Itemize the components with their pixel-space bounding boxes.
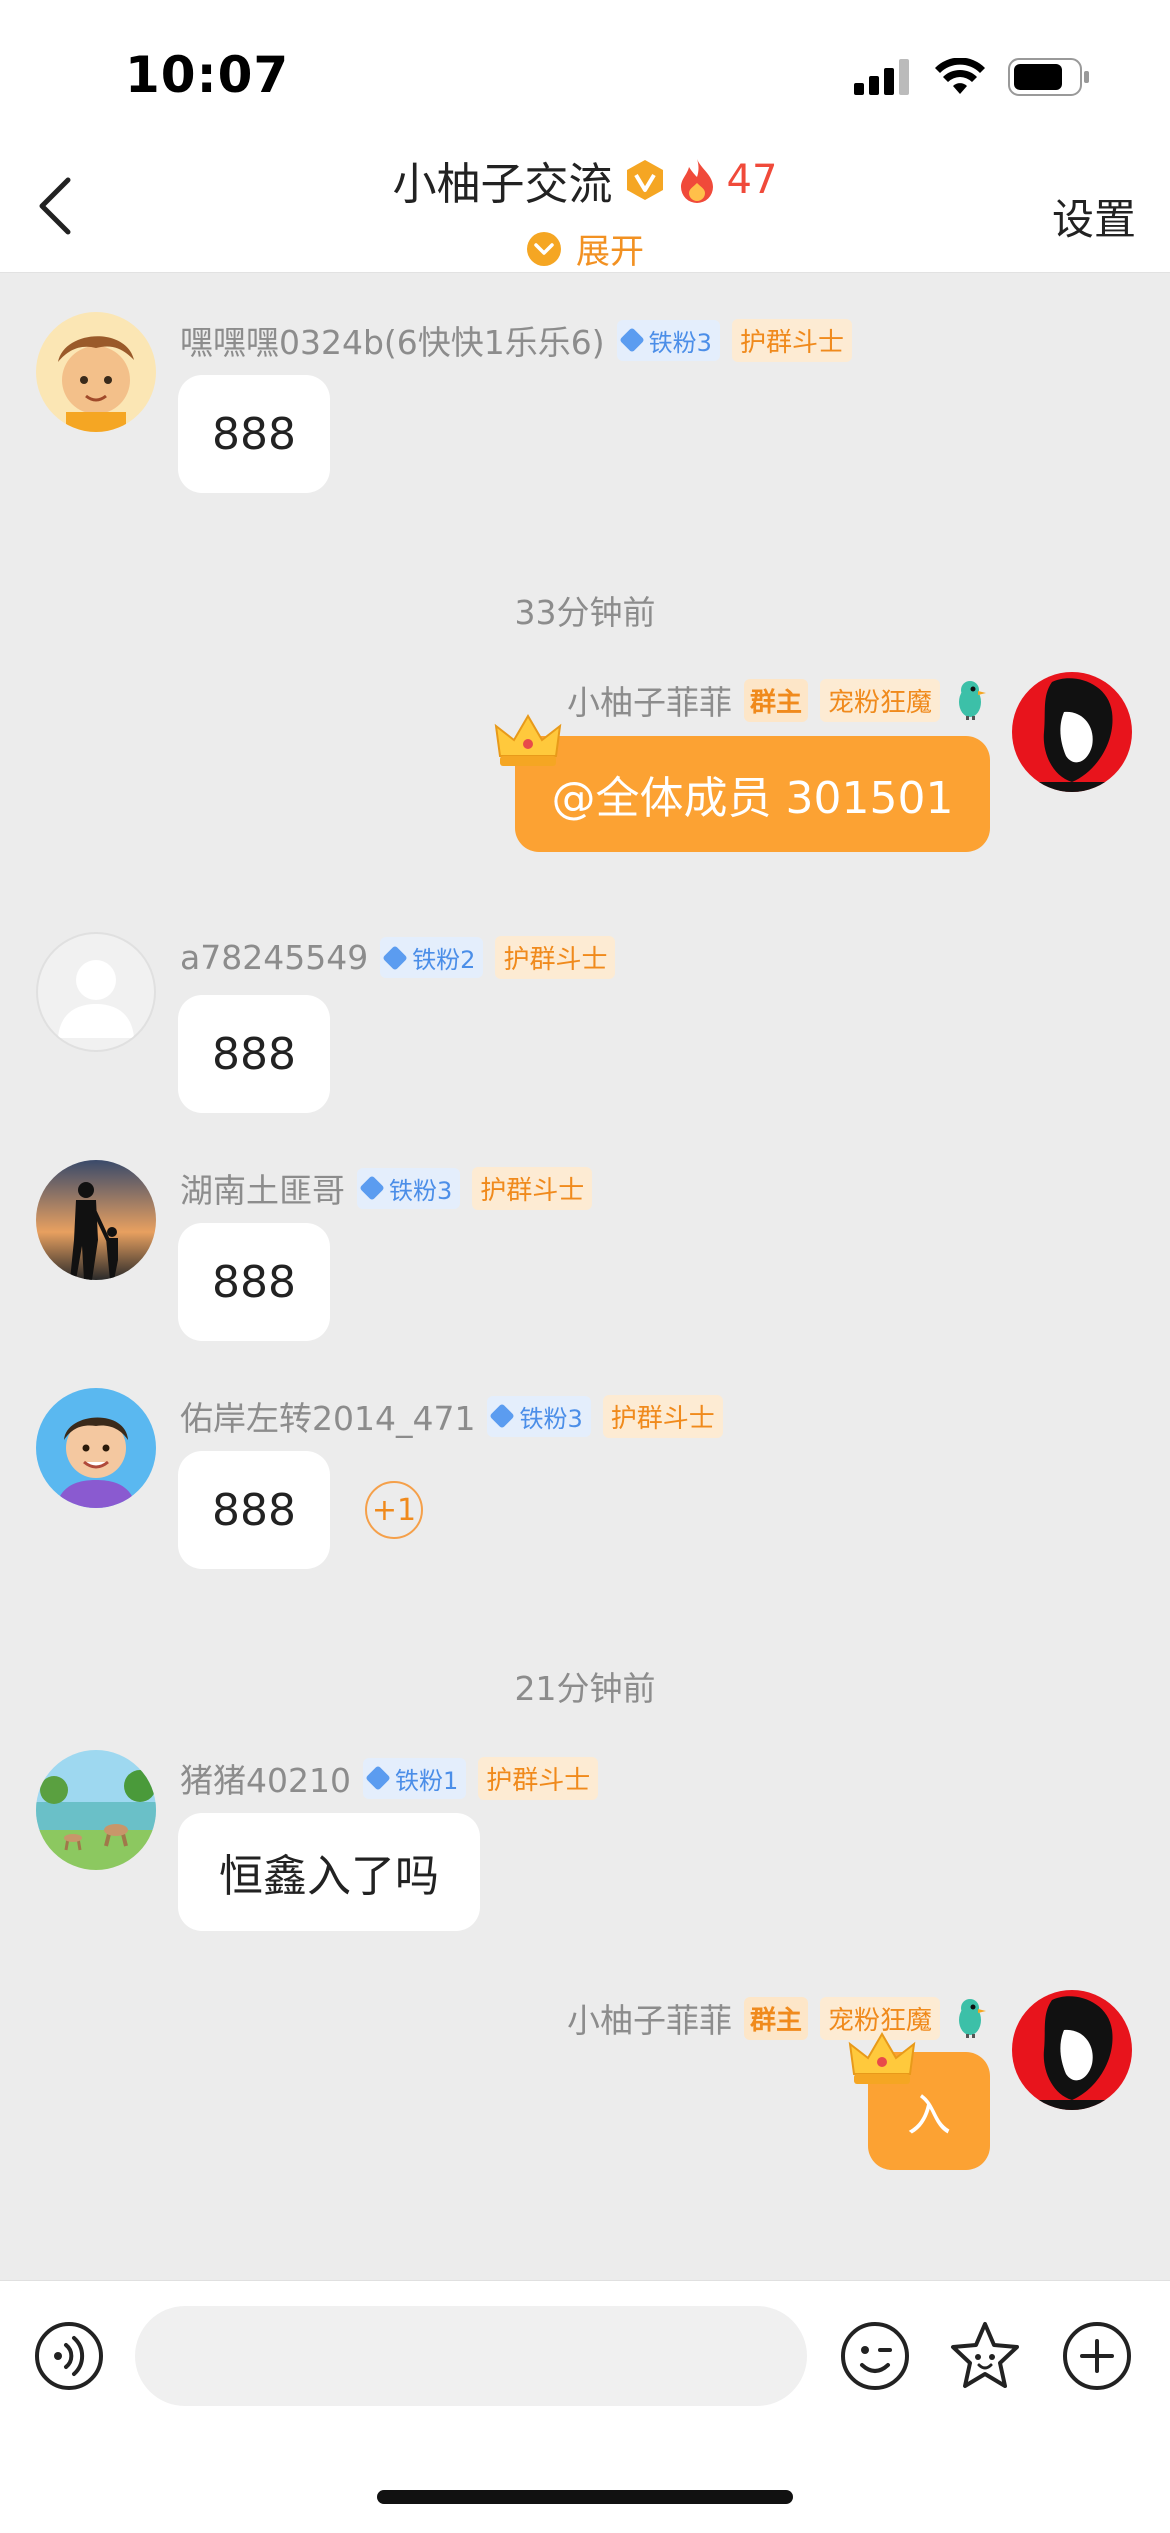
- guard-badge: 护群斗士: [731, 318, 852, 362]
- sender-name[interactable]: 猪猪40210: [180, 1754, 351, 1802]
- guard-badge: 护群斗士: [602, 1394, 723, 1438]
- timestamp: 33分钟前: [514, 593, 656, 632]
- status-time: 10:07: [125, 46, 290, 104]
- guard-badge: 护群斗士: [472, 1166, 593, 1210]
- avatar[interactable]: [36, 312, 156, 432]
- sender-name[interactable]: 湖南土匪哥: [180, 1164, 345, 1212]
- voice-icon[interactable]: [34, 2321, 104, 2391]
- fire-count: 47: [726, 157, 778, 203]
- fan-badge: 铁粉3: [616, 319, 720, 361]
- crown-icon: [494, 714, 562, 766]
- expand-icon: [527, 231, 561, 266]
- sender-name[interactable]: 佑岸左转2014_471: [180, 1392, 475, 1440]
- timestamp: 21分钟前: [514, 1669, 656, 1708]
- guard-badge: 护群斗士: [495, 936, 616, 979]
- avatar-self[interactable]: [1012, 672, 1132, 792]
- chat-header: 小柚子交流 47 展开 设置: [0, 140, 1170, 273]
- avatar[interactable]: [36, 1388, 156, 1508]
- battery-icon: [1008, 58, 1089, 96]
- message-bubble[interactable]: 888: [178, 1223, 330, 1341]
- avatar-self[interactable]: [1012, 1990, 1132, 2110]
- plus-icon[interactable]: [1062, 2321, 1132, 2391]
- message-bubble[interactable]: 888: [178, 995, 330, 1113]
- guard-badge: 护群斗士: [478, 1756, 599, 1800]
- group-title[interactable]: 小柚子交流: [393, 148, 613, 212]
- verified-icon: [626, 160, 663, 200]
- crown-icon: [848, 2032, 916, 2084]
- owner-badge: 群主: [743, 678, 808, 722]
- expand-toggle[interactable]: 展开: [0, 224, 1170, 273]
- fan-badge: 铁粉1: [362, 1757, 467, 1799]
- plus-one-button[interactable]: +1: [365, 1481, 423, 1539]
- message-bubble[interactable]: 888: [178, 375, 330, 493]
- fan-diamond-icon: [382, 944, 408, 971]
- message-input[interactable]: [135, 2306, 807, 2406]
- avatar[interactable]: [36, 1750, 156, 1870]
- message-bubble[interactable]: 888: [178, 1451, 330, 1569]
- sender-name[interactable]: 小柚子菲菲: [567, 1994, 732, 2042]
- status-bar: 10:07: [0, 0, 1170, 140]
- owner-badge: 群主: [743, 1996, 808, 2040]
- fan-diamond-icon: [618, 327, 645, 353]
- avatar[interactable]: [36, 1160, 156, 1280]
- wifi-icon: [935, 58, 985, 94]
- sender-name[interactable]: 嘿嘿嘿0324b(6快快1乐乐6): [180, 316, 605, 364]
- home-indicator: [377, 2490, 793, 2504]
- settings-button[interactable]: 设置: [1052, 186, 1136, 247]
- fan-badge: 铁粉3: [357, 1167, 461, 1209]
- fire-icon: [680, 159, 713, 203]
- fan-diamond-icon: [359, 1175, 385, 1201]
- fan-badge: 铁粉3: [487, 1395, 591, 1437]
- avatar[interactable]: [36, 932, 156, 1052]
- signal-icon: [854, 59, 909, 95]
- message-bubble-self[interactable]: @全体成员 301501: [515, 736, 990, 852]
- sticker-icon[interactable]: [948, 2319, 1022, 2393]
- message-bubble[interactable]: 恒鑫入了吗: [178, 1813, 480, 1931]
- fan-diamond-icon: [365, 1765, 391, 1791]
- pet-badge: 宠粉狂魔: [819, 678, 940, 722]
- sender-name[interactable]: 小柚子菲菲: [567, 676, 732, 724]
- fan-badge: 铁粉2: [380, 937, 484, 978]
- bird-icon: [959, 681, 986, 720]
- expand-label: 展开: [576, 232, 644, 272]
- bird-icon: [959, 1999, 986, 2038]
- emoji-icon[interactable]: [840, 2321, 910, 2391]
- fan-diamond-icon: [489, 1403, 516, 1429]
- sender-name[interactable]: a78245549: [180, 938, 368, 977]
